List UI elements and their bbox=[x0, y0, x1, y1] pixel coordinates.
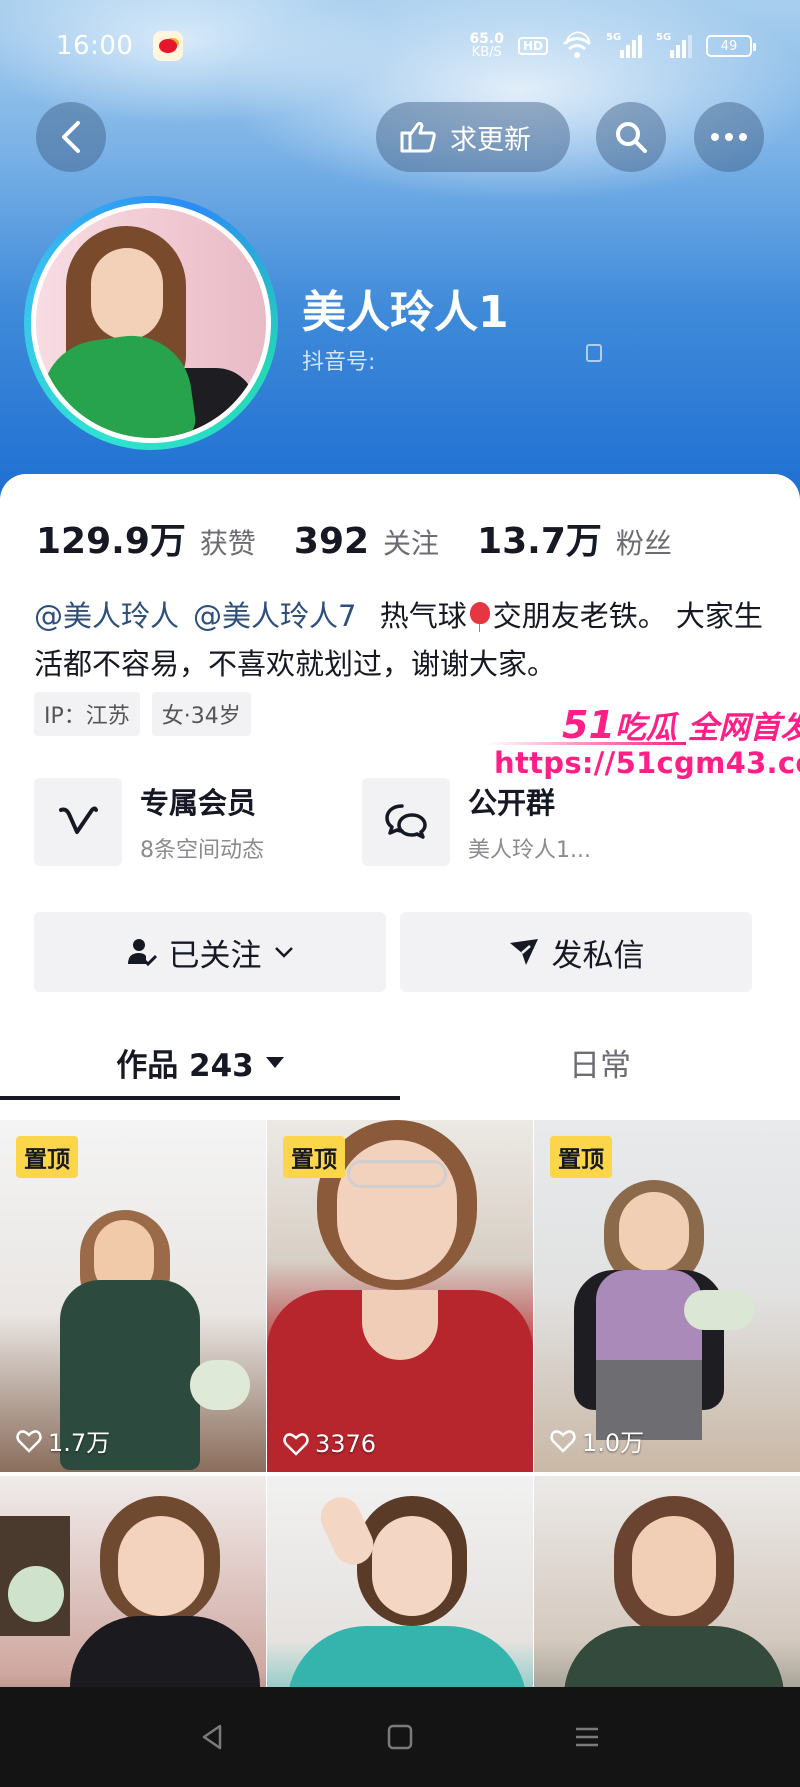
following-count[interactable]: 392 bbox=[294, 521, 369, 562]
following-label[interactable]: 关注 bbox=[383, 522, 439, 562]
status-bar: 16:00 65.0 KB/S HD 5G 5G bbox=[0, 0, 800, 92]
watermark-brand-text: 吃瓜 全网首发 bbox=[614, 710, 800, 746]
exclusive-member-entry[interactable]: 专属会员 8条空间动态 bbox=[34, 778, 264, 866]
signal-icon: 5G bbox=[606, 32, 642, 58]
video-likes-count: 1.0万 bbox=[582, 1429, 645, 1457]
likes-count: 129.9万 bbox=[36, 521, 186, 562]
pinned-badge: 置顶 bbox=[550, 1136, 612, 1178]
menu-lines-icon bbox=[575, 1727, 598, 1747]
pointing-hand-icon bbox=[400, 121, 436, 153]
profile-stats: 129.9万 获赞 392 关注 13.7万 粉丝 bbox=[36, 512, 710, 564]
back-button[interactable] bbox=[36, 102, 106, 172]
profile-card: 129.9万 获赞 392 关注 13.7万 粉丝 @美人玲人 @美人玲人7 热气… bbox=[0, 474, 800, 1787]
video-thumbnail[interactable]: 置顶 1.0万 bbox=[534, 1120, 800, 1472]
followers-count[interactable]: 13.7万 bbox=[477, 512, 602, 564]
profile-tags: IP：江苏 女·34岁 bbox=[34, 692, 251, 736]
system-nav-bar bbox=[0, 1687, 800, 1787]
avatar-image bbox=[31, 203, 271, 443]
nav-home-button[interactable] bbox=[370, 1717, 430, 1757]
profile-name: 美人玲人1 bbox=[302, 287, 509, 338]
profile-bio: @美人玲人 @美人玲人7 热气球 交朋友老铁。 大家生活都不容易，不喜欢就划过，谢谢… bbox=[34, 592, 774, 688]
heart-icon bbox=[550, 1429, 576, 1453]
chevron-down-icon bbox=[274, 947, 293, 958]
network-speed-unit: KB/S bbox=[471, 45, 502, 60]
heart-icon bbox=[16, 1429, 42, 1453]
square-home-icon bbox=[387, 1724, 413, 1750]
profile-banner: 16:00 65.0 KB/S HD 5G 5G bbox=[0, 0, 800, 500]
caret-down-icon bbox=[265, 1056, 284, 1068]
exclusive-member-title: 专属会员 bbox=[140, 786, 257, 820]
followed-label: 已关注 bbox=[168, 937, 262, 974]
send-icon bbox=[509, 939, 538, 965]
tab-active-indicator bbox=[0, 1096, 400, 1100]
video-likes-count: 1.7万 bbox=[48, 1429, 111, 1457]
followed-button[interactable]: 已关注 bbox=[34, 912, 386, 992]
balloon-emoji-icon bbox=[469, 602, 491, 632]
douyin-id[interactable]: 抖音号: bbox=[302, 344, 602, 376]
video-likes: 3376 bbox=[283, 1430, 376, 1458]
watermark-title: 51吃瓜 全网首发 bbox=[562, 702, 800, 747]
ip-location-tag: IP：江苏 bbox=[34, 692, 140, 736]
request-update-button[interactable]: 求更新 bbox=[376, 102, 570, 172]
nav-recents-button[interactable] bbox=[557, 1717, 617, 1757]
tab-daily[interactable]: 日常 bbox=[400, 1026, 800, 1098]
search-icon bbox=[616, 122, 647, 153]
chevron-left-icon bbox=[62, 121, 80, 153]
watermark-url: https://51cgm43.com bbox=[494, 746, 800, 780]
video-likes: 1.0万 bbox=[550, 1423, 644, 1458]
battery-level: 49 bbox=[720, 38, 738, 54]
bio-text-1: 热气球 bbox=[379, 599, 467, 633]
content-tabs: 作品 243 日常 bbox=[0, 1026, 800, 1102]
vip-v-icon bbox=[34, 778, 122, 866]
mention-link-2[interactable]: @美人玲人7 bbox=[193, 599, 356, 633]
pinned-badge: 置顶 bbox=[16, 1136, 78, 1178]
tab-works[interactable]: 作品 243 bbox=[0, 1026, 400, 1098]
network-type-1: 5G bbox=[606, 32, 622, 43]
avatar[interactable] bbox=[24, 196, 278, 450]
heart-icon bbox=[283, 1433, 309, 1456]
followers-label[interactable]: 粉丝 bbox=[616, 522, 672, 562]
video-likes: 1.7万 bbox=[16, 1423, 110, 1458]
user-check-icon bbox=[127, 939, 157, 967]
status-time: 16:00 bbox=[56, 31, 134, 61]
more-button[interactable] bbox=[694, 102, 764, 172]
signal-icon-2: 5G bbox=[656, 32, 692, 58]
douyin-id-label: 抖音号: bbox=[302, 350, 376, 375]
public-group-entry[interactable]: 公开群 美人玲人1... bbox=[362, 778, 591, 866]
triangle-back-icon bbox=[203, 1724, 222, 1750]
search-button[interactable] bbox=[596, 102, 666, 172]
wifi-icon bbox=[562, 25, 592, 58]
likes-label: 获赞 bbox=[199, 527, 256, 560]
public-group-sub: 美人玲人1... bbox=[468, 838, 591, 863]
copy-icon[interactable] bbox=[586, 344, 602, 362]
video-likes-count: 3376 bbox=[315, 1430, 377, 1458]
battery-icon: 49 bbox=[706, 35, 756, 57]
network-type-2: 5G bbox=[656, 32, 672, 43]
weibo-notification-icon bbox=[153, 31, 184, 61]
pinned-badge: 置顶 bbox=[283, 1136, 345, 1178]
tab-daily-label: 日常 bbox=[569, 1047, 631, 1084]
nav-back-button[interactable] bbox=[183, 1717, 243, 1757]
send-message-label: 发私信 bbox=[551, 937, 645, 974]
mention-link-1[interactable]: @美人玲人 bbox=[34, 599, 179, 633]
video-thumbnail[interactable]: 置顶 3376 bbox=[267, 1120, 533, 1472]
watermark-brand-number: 51 bbox=[562, 703, 615, 747]
tab-works-label: 作品 243 bbox=[116, 1047, 254, 1084]
chat-group-icon bbox=[362, 778, 450, 866]
more-dots-icon bbox=[711, 133, 747, 141]
hd-badge: HD bbox=[517, 37, 548, 55]
exclusive-member-sub: 8条空间动态 bbox=[140, 838, 264, 863]
public-group-title: 公开群 bbox=[468, 786, 556, 820]
request-update-label: 求更新 bbox=[450, 124, 531, 156]
status-indicators: 65.0 KB/S HD 5G 5G 49 bbox=[469, 25, 756, 60]
profile-page: 16:00 65.0 KB/S HD 5G 5G bbox=[0, 0, 800, 1787]
send-message-button[interactable]: 发私信 bbox=[400, 912, 752, 992]
network-speed: 65.0 KB/S bbox=[469, 32, 504, 60]
gender-age-tag: 女·34岁 bbox=[151, 692, 251, 736]
video-thumbnail[interactable]: 置顶 1.7万 bbox=[0, 1120, 266, 1472]
